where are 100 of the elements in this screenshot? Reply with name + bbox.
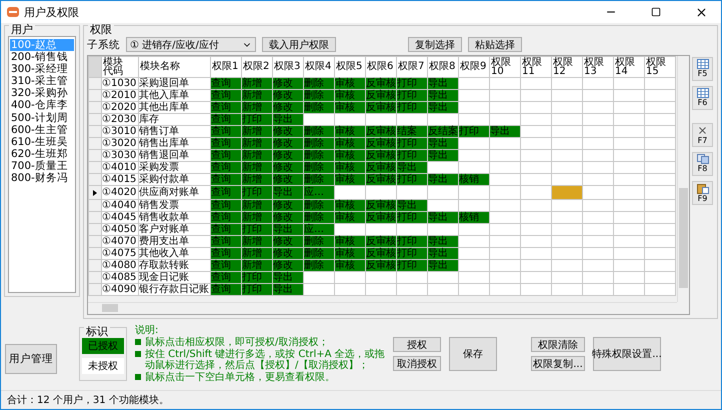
permission-cell[interactable]: 新增 (242, 150, 272, 162)
permission-cell[interactable]: 打印 (242, 114, 272, 126)
permission-cell[interactable]: 查询 (210, 248, 242, 260)
permission-cell[interactable]: 查询 (210, 236, 242, 248)
user-item[interactable]: 200-销售钱 (10, 51, 74, 64)
toolbar-button[interactable]: F8 (692, 152, 713, 176)
permission-cell[interactable]: 打印 (396, 138, 428, 150)
permission-cell[interactable]: 打印 (458, 126, 490, 138)
permission-cell[interactable]: 反审核 (366, 174, 396, 186)
user-item[interactable]: 400-仓库李 (10, 99, 74, 112)
permission-cell[interactable]: 新增 (242, 138, 272, 150)
save-button[interactable]: 保存 (449, 337, 497, 372)
permission-cell[interactable]: 查询 (210, 102, 242, 114)
permission-cell[interactable]: 审核 (334, 162, 366, 174)
permission-cell[interactable]: 查询 (210, 162, 242, 174)
permission-cell[interactable]: 反结案 (428, 126, 458, 138)
permission-cell[interactable]: 查询 (210, 260, 242, 272)
permission-cell[interactable]: 新增 (242, 162, 272, 174)
clear-permissions-button[interactable]: 权限清除 (531, 337, 585, 352)
load-permissions-button[interactable]: 载入用户权限 (262, 37, 336, 52)
permission-cell[interactable]: 查询 (210, 212, 242, 224)
permission-cell[interactable]: 新增 (242, 200, 272, 212)
permission-cell[interactable]: 反审核 (366, 236, 396, 248)
permission-cell[interactable]: 审核 (334, 248, 366, 260)
user-management-button[interactable]: 用户管理 (5, 344, 57, 374)
subsystem-dropdown[interactable]: ① 进销存/应收/应付 (126, 37, 256, 52)
user-item[interactable]: 800-财务冯 (10, 172, 74, 184)
horizontal-scrollbar[interactable] (88, 302, 677, 314)
toolbar-button[interactable]: F9 (692, 181, 713, 205)
permission-cell[interactable]: 新增 (242, 212, 272, 224)
permission-cell[interactable]: 审核 (334, 236, 366, 248)
copy-permissions-button[interactable]: 权限复制... (531, 356, 585, 372)
permission-cell[interactable]: 应… (304, 186, 334, 200)
permission-cell[interactable]: 打印 (242, 186, 272, 200)
permission-cell[interactable]: 打印 (396, 260, 428, 272)
user-item[interactable]: 600-生主管 (10, 124, 74, 136)
permission-cell[interactable]: 反审核 (366, 138, 396, 150)
focused-cell[interactable] (552, 186, 582, 200)
user-item[interactable]: 500-计划周 (10, 112, 74, 124)
permission-cell[interactable]: 打印 (396, 236, 428, 248)
permission-cell[interactable]: 查询 (210, 138, 242, 150)
revoke-button[interactable]: 取消授权 (393, 356, 441, 372)
special-permissions-button[interactable]: 特殊权限设置... (593, 337, 661, 372)
permission-cell[interactable]: 查询 (210, 150, 242, 162)
permission-cell[interactable]: 查询 (210, 200, 242, 212)
permission-cell[interactable]: 反审核 (366, 248, 396, 260)
permission-cell[interactable]: 反审核 (366, 90, 396, 102)
permission-cell[interactable]: 审核 (334, 138, 366, 150)
toolbar-button[interactable]: F5 (692, 57, 713, 81)
permission-cell[interactable]: 打印 (396, 78, 428, 90)
permission-cell[interactable]: 审核 (334, 78, 366, 90)
permission-cell[interactable]: 新增 (242, 248, 272, 260)
permission-cell[interactable]: 打印 (396, 102, 428, 114)
permission-cell[interactable]: 查询 (210, 114, 242, 126)
permission-cell[interactable]: 反审核 (366, 260, 396, 272)
user-item[interactable]: 320-采购孙 (10, 87, 74, 100)
toolbar-button[interactable]: F6 (692, 86, 713, 110)
permission-cell[interactable]: 查询 (210, 284, 242, 296)
permission-cell[interactable]: 审核 (334, 150, 366, 162)
permission-cell[interactable]: 打印 (396, 212, 428, 224)
user-item[interactable]: 300-采经理 (10, 63, 74, 76)
vertical-scrollbar[interactable] (677, 56, 689, 302)
user-item[interactable]: 700-质量王 (10, 160, 74, 172)
permission-cell[interactable]: 审核 (334, 174, 366, 186)
toolbar-button[interactable]: F7 (692, 123, 713, 147)
permission-cell[interactable]: 审核 (334, 126, 366, 138)
permission-cell[interactable]: 反审核 (366, 126, 396, 138)
permission-cell[interactable]: 查询 (210, 174, 242, 186)
permission-cell[interactable]: 打印 (242, 272, 272, 284)
paste-selection-button[interactable]: 粘贴选择 (468, 37, 522, 52)
permission-cell[interactable]: 打印 (242, 224, 272, 236)
permission-cell[interactable]: 新增 (242, 102, 272, 114)
permission-cell[interactable]: 审核 (334, 90, 366, 102)
user-item[interactable]: 100-赵总 (10, 39, 74, 52)
permission-cell[interactable]: 查询 (210, 186, 242, 200)
permission-cell[interactable]: 新增 (242, 126, 272, 138)
row-header[interactable] (88, 186, 102, 200)
permission-cell[interactable]: 打印 (242, 284, 272, 296)
permission-cell[interactable]: 新增 (242, 78, 272, 90)
permission-cell[interactable]: 查询 (210, 78, 242, 90)
permission-cell[interactable]: 反审核 (366, 102, 396, 114)
permission-cell[interactable]: 反审核 (366, 212, 396, 224)
permission-cell[interactable]: 查询 (210, 224, 242, 236)
permission-cell[interactable]: 打印 (396, 248, 428, 260)
copy-selection-button[interactable]: 复制选择 (408, 37, 462, 52)
permission-cell[interactable]: 打印 (396, 90, 428, 102)
grant-button[interactable]: 授权 (393, 337, 441, 352)
permission-cell[interactable]: 新增 (242, 174, 272, 186)
permission-cell[interactable]: 审核 (334, 102, 366, 114)
permission-cell[interactable]: 查询 (210, 272, 242, 284)
permission-cell[interactable]: 打印 (396, 174, 428, 186)
user-item[interactable]: 310-采主管 (10, 75, 74, 88)
permission-cell[interactable]: 查询 (210, 90, 242, 102)
user-item[interactable]: 620-生班郑 (10, 148, 74, 160)
permission-cell[interactable]: 反审核 (366, 200, 396, 212)
permission-cell[interactable]: 新增 (242, 236, 272, 248)
permission-cell[interactable]: 打印 (396, 150, 428, 162)
permission-cell[interactable]: 审核 (334, 260, 366, 272)
permission-cell[interactable]: 审核 (334, 212, 366, 224)
permission-cell[interactable]: 反审核 (366, 150, 396, 162)
